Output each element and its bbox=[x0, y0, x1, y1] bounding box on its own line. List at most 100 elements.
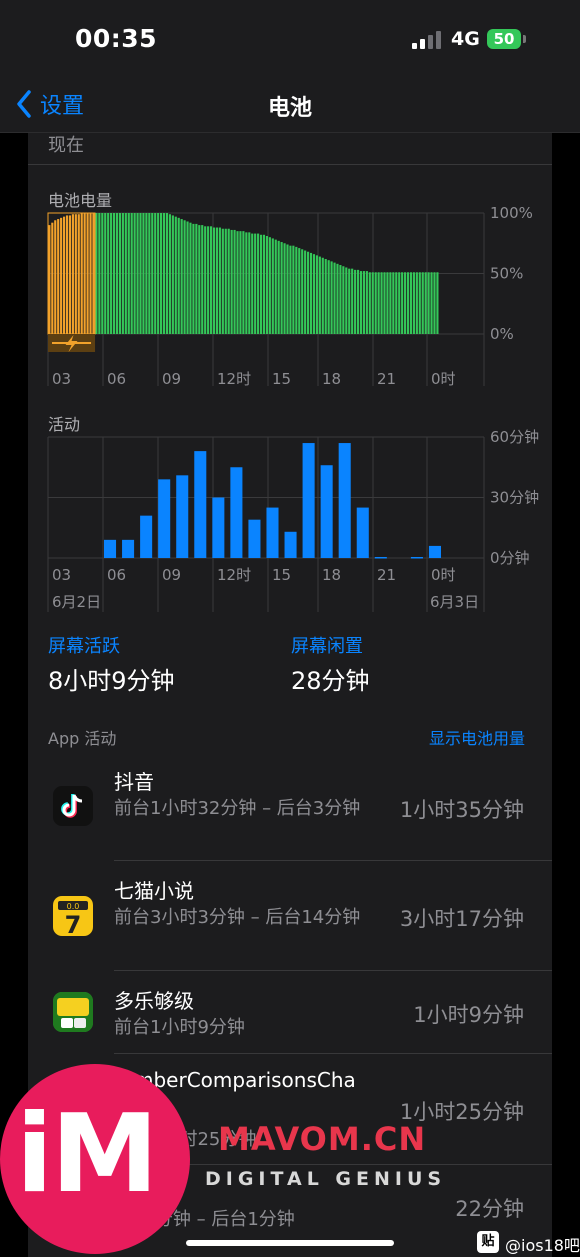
battery-bar bbox=[333, 262, 336, 334]
activity-bar bbox=[338, 443, 351, 558]
battery-bar bbox=[307, 251, 310, 334]
battery-bar bbox=[265, 235, 268, 334]
battery-bar bbox=[433, 272, 436, 334]
list-item-qimao[interactable]: 0.0 7 七猫小说 前台3小时3分钟 – 后台14分钟 3小时17分钟 bbox=[28, 861, 552, 970]
now-label: 现在 bbox=[48, 135, 84, 156]
battery-bar bbox=[183, 220, 186, 334]
cellular-signal-icon bbox=[412, 31, 442, 49]
svg-text:0.0: 0.0 bbox=[67, 902, 80, 911]
battery-bar bbox=[180, 219, 183, 334]
battery-bar bbox=[63, 216, 66, 334]
x-tick-label: 09 bbox=[162, 566, 181, 584]
battery-bar bbox=[207, 226, 210, 334]
list-item-duole-gouji[interactable]: 多乐够级 前台1小时9分钟 1小时9分钟 bbox=[28, 971, 552, 1053]
battery-bar bbox=[124, 213, 127, 334]
activity-bar bbox=[104, 539, 117, 558]
battery-bar bbox=[374, 272, 377, 334]
x-tick-label: 12时 bbox=[217, 566, 251, 584]
tieba-mark: @ios18吧 bbox=[505, 1236, 580, 1255]
navigation-bar: 设置 电池 bbox=[0, 78, 580, 133]
battery-bar bbox=[57, 219, 60, 334]
battery-bar bbox=[427, 272, 430, 334]
duole-gouji-app-icon bbox=[53, 992, 93, 1032]
app-name: 七猫小说 bbox=[114, 879, 194, 903]
battery-bar bbox=[189, 222, 192, 334]
battery-bar bbox=[295, 246, 298, 334]
battery-bar bbox=[271, 238, 274, 334]
list-item-douyin[interactable]: 抖音 前台1小时32分钟 – 后台3分钟 1小时35分钟 bbox=[28, 752, 552, 860]
battery-bar bbox=[362, 271, 365, 334]
screen-idle-value: 28分钟 bbox=[291, 667, 370, 695]
battery-bar bbox=[389, 272, 392, 334]
battery-bar bbox=[418, 272, 421, 334]
battery-bar bbox=[345, 267, 348, 334]
battery-bar bbox=[215, 227, 219, 334]
battery-bar bbox=[404, 272, 407, 334]
activity-bar bbox=[230, 467, 243, 558]
battery-bar bbox=[104, 213, 107, 334]
x-tick-label: 12时 bbox=[217, 370, 251, 388]
screen-active-value: 8小时9分钟 bbox=[48, 667, 175, 695]
x-tick-label: 06 bbox=[107, 566, 126, 584]
battery-bar bbox=[233, 229, 236, 334]
battery-bar bbox=[198, 225, 201, 334]
activity-bar bbox=[374, 557, 387, 559]
battery-bar bbox=[409, 272, 413, 334]
battery-bar bbox=[436, 272, 439, 334]
battery-bar bbox=[383, 272, 386, 334]
battery-bar bbox=[74, 214, 77, 334]
battery-bar bbox=[160, 213, 163, 334]
battery-bar bbox=[368, 272, 371, 334]
screen-active-label: 屏幕活跃 bbox=[48, 636, 120, 657]
battery-bar bbox=[242, 231, 245, 334]
battery-bar bbox=[139, 213, 142, 334]
battery-bar bbox=[130, 213, 133, 334]
x-tick-label: 15 bbox=[272, 370, 291, 388]
x-tick-label: 0时 bbox=[431, 370, 456, 388]
battery-bar bbox=[327, 260, 330, 334]
battery-bar bbox=[359, 271, 363, 334]
app-name: 多乐够级 bbox=[114, 989, 194, 1013]
battery-bar bbox=[89, 213, 92, 334]
battery-bar bbox=[162, 213, 166, 334]
network-type: 4G bbox=[451, 28, 480, 50]
x-tick-label: 21 bbox=[377, 566, 396, 584]
page-title: 电池 bbox=[267, 96, 312, 121]
y-tick-label: 60分钟 bbox=[490, 428, 539, 446]
battery-bar bbox=[430, 272, 433, 334]
battery-bar bbox=[230, 229, 233, 334]
battery-bar bbox=[277, 240, 280, 334]
battery-bar bbox=[348, 268, 351, 334]
app-usage-time: 3小时17分钟 bbox=[399, 907, 524, 931]
show-battery-usage-link[interactable]: 显示电池用量 bbox=[429, 725, 525, 749]
y-tick-label: 50% bbox=[490, 265, 523, 283]
x-tick-label: 03 bbox=[52, 566, 71, 584]
divider bbox=[28, 164, 552, 165]
battery-bar bbox=[257, 233, 260, 334]
battery-bar bbox=[377, 272, 380, 334]
activity-bar bbox=[194, 451, 207, 558]
app-usage-detail: 前台3小时3分钟 – 后台14分钟 bbox=[114, 907, 361, 928]
activity-bar bbox=[212, 497, 225, 558]
app-usage-detail: 前台1小时32分钟 – 后台3分钟 bbox=[114, 798, 361, 819]
douyin-app-icon bbox=[53, 786, 93, 826]
battery-level-chart[interactable]: 100% 50% 0% 03 06 09 12时 15 18 21 0时 bbox=[0, 200, 580, 395]
activity-chart[interactable]: 60分钟 30分钟 0分钟 03 06 09 12时 15 18 21 0时 6月2日 6月3日 bbox=[0, 425, 580, 620]
battery-bar bbox=[209, 226, 213, 334]
battery-icon: 50 bbox=[487, 29, 526, 49]
battery-bar bbox=[304, 250, 307, 334]
x-tick-label: 15 bbox=[272, 566, 291, 584]
y-tick-label: 30分钟 bbox=[490, 489, 539, 507]
battery-bar bbox=[371, 272, 374, 334]
activity-bar bbox=[248, 519, 261, 558]
battery-bar bbox=[221, 228, 224, 334]
app-usage-detail: 前台1小时9分钟 bbox=[114, 1017, 245, 1038]
svg-text:7: 7 bbox=[65, 911, 82, 936]
battery-bar bbox=[157, 213, 160, 334]
battery-bar bbox=[354, 269, 357, 334]
battery-bar bbox=[77, 214, 80, 334]
battery-bar bbox=[274, 239, 277, 334]
activity-bar bbox=[320, 465, 333, 558]
app-name: 抖音 bbox=[114, 770, 154, 794]
battery-bar bbox=[268, 237, 271, 334]
